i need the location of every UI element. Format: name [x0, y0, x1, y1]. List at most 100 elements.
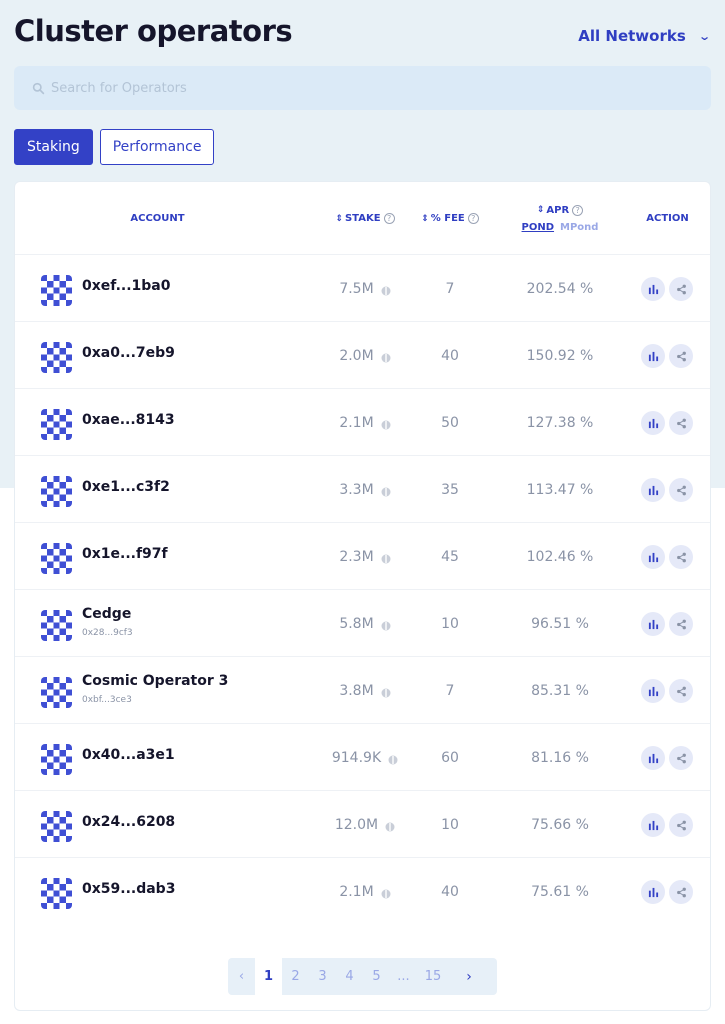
coin-icon — [388, 753, 398, 764]
network-select[interactable]: All Networks ⌄ — [578, 27, 711, 45]
pagination-ellipsis: ... — [397, 969, 410, 984]
search-icon — [32, 82, 45, 94]
column-fee-label: % FEE — [430, 213, 465, 224]
share-button[interactable] — [669, 679, 693, 703]
operator-name[interactable]: 0xa0...7eb9 — [82, 345, 175, 361]
avatar — [41, 677, 72, 708]
stake-value: 12.0M — [334, 816, 379, 833]
stake-value: 2.3M — [339, 548, 374, 565]
bar-chart-icon — [648, 682, 659, 701]
table-row: Cosmic Operator 3 0xbf...3ce3 3.8M 7 85.31 % — [15, 657, 710, 724]
apr-token-toggle: POND MPond — [522, 222, 599, 233]
share-icon — [676, 682, 687, 701]
operator-name[interactable]: 0x1e...f97f — [82, 546, 168, 562]
stake-value: 2.1M — [339, 883, 374, 900]
fee-value: 7 — [445, 280, 455, 297]
stats-button[interactable] — [641, 746, 665, 770]
operator-name[interactable]: 0xe1...c3f2 — [82, 479, 170, 495]
stats-button[interactable] — [641, 813, 665, 837]
bar-chart-icon — [648, 615, 659, 634]
question-mark-icon[interactable]: ? — [383, 213, 395, 224]
tab-staking[interactable]: Staking — [14, 129, 93, 165]
stake-value: 3.8M — [339, 682, 374, 699]
operator-name[interactable]: Cosmic Operator 3 — [82, 673, 228, 689]
page-title: Cluster operators — [14, 14, 293, 48]
stats-button[interactable] — [641, 411, 665, 435]
share-button[interactable] — [669, 478, 693, 502]
share-icon — [676, 883, 687, 902]
pagination-page-3[interactable]: 3 — [309, 958, 336, 995]
operators-table-card: ACCOUNT ⇕ STAKE ? ⇕ % FEE ? ⇕ APR ? POND… — [14, 181, 711, 1011]
sort-icon: ⇕ — [335, 213, 343, 224]
column-apr-title[interactable]: ⇕ APR ? — [537, 204, 584, 216]
share-button[interactable] — [669, 813, 693, 837]
stats-button[interactable] — [641, 880, 665, 904]
share-button[interactable] — [669, 545, 693, 569]
share-button[interactable] — [669, 344, 693, 368]
pagination-page-4[interactable]: 4 — [336, 958, 363, 995]
column-stake-label: STAKE — [344, 213, 381, 224]
avatar — [41, 342, 72, 373]
stats-button[interactable] — [641, 277, 665, 301]
apr-pond-toggle[interactable]: POND — [522, 222, 555, 233]
apr-value: 102.46 % — [526, 548, 594, 565]
bar-chart-icon — [648, 347, 659, 366]
share-icon — [676, 615, 687, 634]
apr-value: 150.92 % — [526, 347, 594, 364]
stake-value: 914.9K — [331, 749, 382, 766]
share-button[interactable] — [669, 277, 693, 301]
stats-button[interactable] — [641, 612, 665, 636]
table-row: 0xef...1ba0 7.5M 7 202.54 % — [15, 255, 710, 322]
apr-mpond-toggle[interactable]: MPond — [560, 222, 598, 233]
stake-value: 7.5M — [339, 280, 374, 297]
operator-address: 0x28...9cf3 — [82, 628, 133, 638]
operator-name[interactable]: 0xae...8143 — [82, 412, 175, 428]
fee-value: 35 — [441, 481, 459, 498]
search-bar[interactable] — [14, 66, 711, 110]
column-fee[interactable]: ⇕ % FEE ? — [405, 182, 495, 255]
pagination-page-15[interactable]: 15 — [417, 958, 449, 995]
share-button[interactable] — [669, 746, 693, 770]
pagination-page-1[interactable]: 1 — [255, 958, 282, 995]
apr-value: 75.66 % — [531, 816, 589, 833]
stats-button[interactable] — [641, 478, 665, 502]
column-action: ACTION — [630, 182, 705, 255]
table-row: 0xa0...7eb9 2.0M 40 150.92 % — [15, 322, 710, 389]
coin-icon — [385, 820, 395, 831]
operator-name[interactable]: 0x59...dab3 — [82, 881, 175, 897]
avatar — [41, 275, 72, 306]
tab-bar: Staking Performance — [14, 129, 215, 165]
network-select-label: All Networks — [578, 27, 686, 45]
stats-button[interactable] — [641, 545, 665, 569]
stats-button[interactable] — [641, 679, 665, 703]
share-icon — [676, 749, 687, 768]
stake-value: 3.3M — [339, 481, 374, 498]
tab-performance[interactable]: Performance — [99, 129, 215, 165]
operator-name[interactable]: 0x24...6208 — [82, 814, 175, 830]
pagination-page-2[interactable]: 2 — [282, 958, 309, 995]
table-header: ACCOUNT ⇕ STAKE ? ⇕ % FEE ? ⇕ APR ? POND… — [15, 182, 710, 255]
coin-icon — [381, 351, 391, 362]
question-mark-icon[interactable]: ? — [572, 204, 584, 216]
question-mark-icon[interactable]: ? — [467, 213, 479, 224]
share-button[interactable] — [669, 612, 693, 636]
bar-chart-icon — [648, 749, 659, 768]
column-account[interactable]: ACCOUNT — [75, 182, 240, 255]
pagination-page-5[interactable]: 5 — [363, 958, 390, 995]
avatar — [41, 476, 72, 507]
fee-value: 60 — [441, 749, 459, 766]
coin-icon — [381, 887, 391, 898]
search-input[interactable] — [51, 80, 671, 96]
operator-name[interactable]: 0x40...a3e1 — [82, 747, 175, 763]
share-button[interactable] — [669, 880, 693, 904]
share-button[interactable] — [669, 411, 693, 435]
operator-name[interactable]: Cedge — [82, 606, 131, 622]
coin-icon — [381, 485, 391, 496]
bar-chart-icon — [648, 816, 659, 835]
operator-name[interactable]: 0xef...1ba0 — [82, 278, 171, 294]
stats-button[interactable] — [641, 344, 665, 368]
pagination-prev-button[interactable]: ‹ — [228, 958, 255, 995]
apr-value: 113.47 % — [526, 481, 594, 498]
share-icon — [676, 481, 687, 500]
pagination-next-button[interactable]: › — [449, 958, 489, 995]
